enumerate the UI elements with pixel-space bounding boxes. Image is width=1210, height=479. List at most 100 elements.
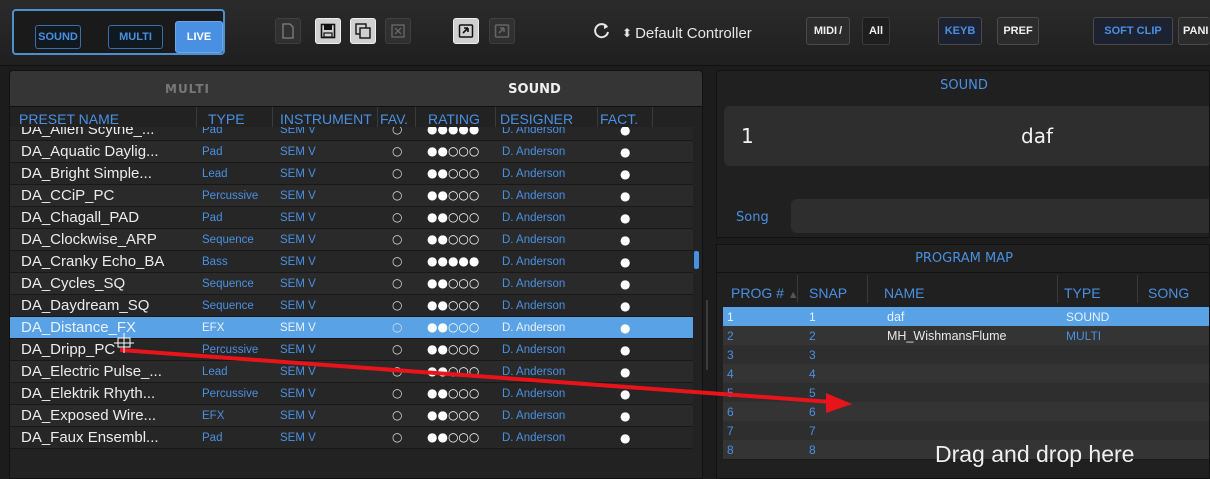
preset-row[interactable]: DA_Distance_FX EFX SEM V ○ ●●○○○ D. Anderson ● — [10, 317, 693, 339]
preset-instrument: SEM V — [280, 344, 316, 356]
rating-stars[interactable]: ●●○○○ — [427, 430, 479, 444]
sound-tab[interactable]: SOUND — [365, 71, 702, 107]
snap-number: 1 — [809, 310, 816, 324]
factory-indicator: ● — [620, 431, 631, 445]
preset-name: DA_Electric Pulse_... — [21, 363, 162, 380]
preset-row[interactable]: DA_Chagall_PAD Pad SEM V ○ ●●○○○ D. Anderson ● — [10, 207, 693, 229]
export-icon[interactable] — [489, 18, 515, 44]
program-map-row[interactable]: 1 1 daf SOUND — [723, 307, 1209, 327]
favorite-icon[interactable]: ○ — [392, 342, 402, 356]
preset-designer: D. Anderson — [502, 146, 566, 158]
favorite-icon[interactable]: ○ — [392, 127, 402, 136]
preset-designer: D. Anderson — [502, 388, 566, 400]
preset-designer: D. Anderson — [502, 278, 566, 290]
rating-stars[interactable]: ●●●●● — [427, 127, 479, 136]
pref-button[interactable]: PREF — [997, 17, 1039, 45]
favorite-icon[interactable]: ○ — [392, 188, 402, 202]
factory-indicator: ● — [620, 277, 631, 291]
favorite-icon[interactable]: ○ — [392, 232, 402, 246]
favorite-icon[interactable]: ○ — [392, 298, 402, 312]
delete-preset-icon[interactable] — [385, 18, 411, 44]
live-mode-button[interactable]: LIVE — [175, 21, 223, 53]
preset-designer: D. Anderson — [502, 410, 566, 422]
rating-stars[interactable]: ●●○○○ — [427, 210, 479, 224]
favorite-icon[interactable]: ○ — [392, 254, 402, 268]
preset-row[interactable]: DA_Electric Pulse_... Lead SEM V ○ ●●○○○ D. A… — [10, 361, 693, 383]
snap-number: 8 — [809, 443, 816, 457]
refresh-icon[interactable] — [592, 19, 612, 43]
rating-stars[interactable]: ●●○○○ — [427, 298, 479, 312]
favorite-icon[interactable]: ○ — [392, 144, 402, 158]
preset-row[interactable]: DA_Daydream_SQ Sequence SEM V ○ ●●○○○ D. Ande… — [10, 295, 693, 317]
preset-row[interactable]: DA_Clockwise_ARP Sequence SEM V ○ ●●○○○ D. An… — [10, 229, 693, 251]
preset-row[interactable]: DA_Faux Ensembl... Pad SEM V ○ ●●○○○ D. Ander… — [10, 427, 693, 449]
preset-row[interactable]: DA_Cranky Echo_BA Bass SEM V ○ ●●●●● D. Ander… — [10, 251, 693, 273]
factory-indicator: ● — [620, 167, 631, 181]
rating-stars[interactable]: ●●○○○ — [427, 276, 479, 290]
sound-panel-title: SOUND — [940, 77, 988, 93]
panel-resize-handle[interactable] — [703, 300, 711, 370]
program-map-row[interactable]: 77 — [723, 421, 1209, 441]
all-button[interactable]: All — [862, 17, 890, 45]
column-type[interactable]: TYPE — [1064, 285, 1101, 301]
rating-stars[interactable]: ●●○○○ — [427, 364, 479, 378]
rating-stars[interactable]: ●●○○○ — [427, 188, 479, 202]
multi-tab[interactable]: MULTI — [10, 71, 365, 107]
preset-type: Sequence — [202, 234, 254, 246]
favorite-icon[interactable]: ○ — [392, 430, 402, 444]
favorite-icon[interactable]: ○ — [392, 166, 402, 180]
column-snap[interactable]: SNAP — [809, 285, 847, 301]
preset-row[interactable]: DA_Aquatic Daylig... Pad SEM V ○ ●●○○○ D. And… — [10, 141, 693, 163]
favorite-icon[interactable]: ○ — [392, 386, 402, 400]
preset-type: Pad — [202, 146, 223, 158]
preset-row[interactable]: DA_Exposed Wire... EFX SEM V ○ ●●○○○ D. Ander… — [10, 405, 693, 427]
sound-name[interactable]: daf — [717, 124, 1209, 148]
program-map-row[interactable]: 33 — [723, 345, 1209, 365]
rating-stars[interactable]: ●●○○○ — [427, 386, 479, 400]
rating-stars[interactable]: ●●○○○ — [427, 408, 479, 422]
preset-row[interactable]: DA_Alien Scythe_... Pad SEM V ○ ●●●●● D. Ande… — [10, 127, 693, 141]
rating-stars[interactable]: ●●○○○ — [427, 342, 479, 356]
favorite-icon[interactable]: ○ — [392, 408, 402, 422]
panic-button[interactable]: PANI — [1178, 17, 1210, 45]
new-preset-icon[interactable] — [275, 18, 301, 44]
rating-stars[interactable]: ●●●●● — [427, 254, 479, 268]
factory-indicator: ● — [620, 145, 631, 159]
preset-row[interactable]: DA_CCiP_PC Percussive SEM V ○ ●●○○○ D. Anders… — [10, 185, 693, 207]
column-song[interactable]: SONG — [1148, 285, 1189, 301]
column-name[interactable]: NAME — [884, 285, 924, 301]
preset-name: DA_Clockwise_ARP — [21, 231, 157, 248]
program-map-row[interactable]: 2 2 MH_WishmansFlume MULTI — [723, 326, 1209, 346]
sound-mode-button[interactable]: SOUND — [35, 25, 81, 49]
soft-clip-button[interactable]: SOFT CLIP — [1093, 17, 1173, 45]
multi-mode-button[interactable]: MULTI — [108, 25, 163, 49]
rating-stars[interactable]: ●●○○○ — [427, 232, 479, 246]
preset-row[interactable]: DA_Elektrik Rhyth... Percussive SEM V ○ ●●○○… — [10, 383, 693, 405]
preset-row[interactable]: DA_Cycles_SQ Sequence SEM V ○ ●●○○○ D. Anders… — [10, 273, 693, 295]
rating-stars[interactable]: ●●○○○ — [427, 320, 479, 334]
factory-indicator: ● — [620, 299, 631, 313]
program-map-row[interactable]: 44 — [723, 364, 1209, 384]
program-map-row[interactable]: 66 — [723, 402, 1209, 422]
rating-stars[interactable]: ●●○○○ — [427, 144, 479, 158]
song-field[interactable] — [791, 199, 1209, 233]
rating-stars[interactable]: ●●○○○ — [427, 166, 479, 180]
favorite-icon[interactable]: ○ — [392, 210, 402, 224]
column-prog[interactable]: PROG # ▲ — [731, 285, 799, 301]
favorite-icon[interactable]: ○ — [392, 320, 402, 334]
preset-row[interactable]: DA_Dripp_PC Percussive SEM V ○ ●●○○○ D. Ander… — [10, 339, 693, 361]
favorite-icon[interactable]: ○ — [392, 276, 402, 290]
column-divider — [797, 275, 798, 303]
favorite-icon[interactable]: ○ — [392, 364, 402, 378]
program-map-row[interactable]: 55 — [723, 383, 1209, 403]
save-icon[interactable] — [315, 18, 341, 44]
mode-switcher: SOUND MULTI LIVE — [12, 9, 225, 55]
list-scrollbar-thumb[interactable] — [694, 251, 699, 269]
save-as-icon[interactable] — [350, 18, 376, 44]
midi-button[interactable]: MIDI / — [806, 17, 850, 45]
import-icon[interactable] — [453, 18, 479, 44]
keyb-button[interactable]: KEYB — [938, 17, 982, 45]
preset-row[interactable]: DA_Bright Simple... Lead SEM V ○ ●●○○○ D. And… — [10, 163, 693, 185]
controller-select[interactable]: ⬍ Default Controller — [622, 20, 799, 46]
prog-number: 7 — [727, 424, 734, 438]
